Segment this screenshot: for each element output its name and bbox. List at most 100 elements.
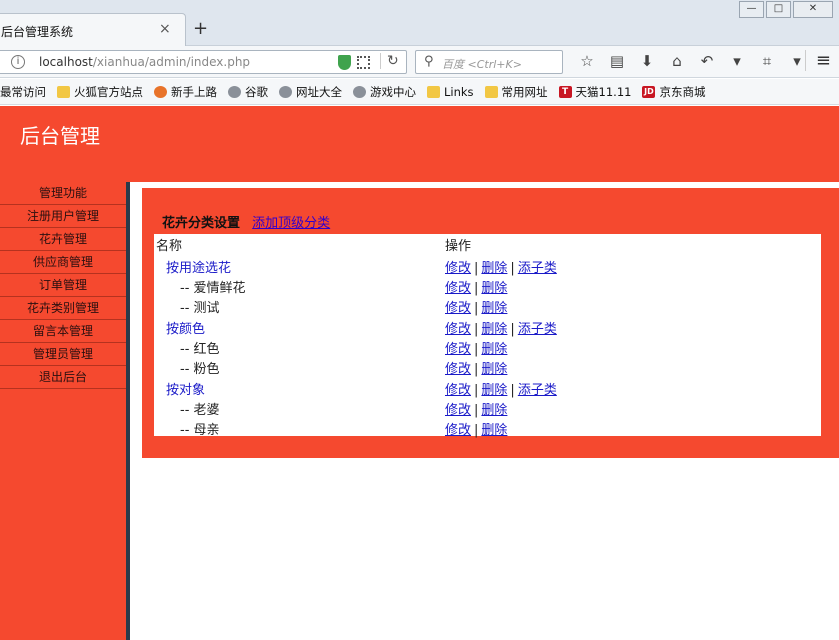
edit-link[interactable]: 修改 <box>445 322 471 337</box>
panel-heading: 花卉分类设置 添加顶级分类 <box>162 212 330 231</box>
globe-icon <box>353 85 366 98</box>
delete-link[interactable]: 删除 <box>481 342 507 357</box>
separator: | <box>474 383 479 398</box>
separator: | <box>510 383 515 398</box>
globe-icon <box>279 85 292 98</box>
folder-icon <box>427 85 440 98</box>
undo-icon[interactable]: ↶ <box>692 52 722 70</box>
minimize-button[interactable]: — <box>739 1 764 18</box>
delete-link[interactable]: 删除 <box>481 281 507 296</box>
home-icon[interactable]: ⌂ <box>662 52 692 70</box>
bookmark-item[interactable]: 谷歌 <box>228 84 268 100</box>
bookmarks-bar: 最常访问 火狐官方站点 新手上路 谷歌 网址大全 游戏中心 Links 常用网址 T 天猫11.1… <box>0 79 839 105</box>
bookmark-item[interactable]: 常用网址 <box>484 84 548 100</box>
category-name[interactable]: 按对象 <box>166 379 205 398</box>
sidebar-item[interactable]: 管理功能 <box>0 182 126 205</box>
browser-navbar: i localhost/xianhua/admin/index.php ↻ ⚲ … <box>0 46 839 78</box>
crop-icon[interactable]: ⌗ <box>752 52 782 70</box>
sidebar-item[interactable]: 退出后台 <box>0 366 126 389</box>
edit-link[interactable]: 修改 <box>445 342 471 357</box>
close-window-button[interactable]: ✕ <box>793 1 833 18</box>
delete-link[interactable]: 删除 <box>481 403 507 418</box>
bookmark-label: 游戏中心 <box>370 84 416 99</box>
delete-link[interactable]: 删除 <box>481 383 507 398</box>
table-row: -- 母亲 修改 | 删除 <box>154 418 821 438</box>
toolbar-icons: ☆ ▤ ⬇ ⌂ ↶ ▾ ⌗ ▾ <box>572 52 812 70</box>
table-row: -- 老婆 修改 | 删除 <box>154 398 821 418</box>
delete-link[interactable]: 删除 <box>481 423 507 438</box>
jd-icon: JD <box>642 85 656 98</box>
col-ops-header: 操作 <box>445 239 472 254</box>
table-row: -- 爱情鲜花 修改 | 删除 <box>154 276 821 296</box>
edit-link[interactable]: 修改 <box>445 383 471 398</box>
address-bar[interactable]: i localhost/xianhua/admin/index.php ↻ <box>0 50 407 74</box>
add-child-link[interactable]: 添子类 <box>518 383 557 398</box>
delete-link[interactable]: 删除 <box>481 362 507 377</box>
url-text: localhost/xianhua/admin/index.php <box>39 55 250 69</box>
sidebar-item[interactable]: 注册用户管理 <box>0 205 126 228</box>
sidebar-item[interactable]: 管理员管理 <box>0 343 126 366</box>
reading-list-icon[interactable]: ▤ <box>602 52 632 70</box>
qr-code-icon[interactable] <box>357 56 370 69</box>
sidebar-item[interactable]: 留言本管理 <box>0 320 126 343</box>
bookmark-item[interactable]: 火狐官方站点 <box>57 84 143 100</box>
add-top-category-link[interactable]: 添加顶级分类 <box>252 216 330 231</box>
sidebar-item[interactable]: 订单管理 <box>0 274 126 297</box>
separator: | <box>474 342 479 357</box>
bookmark-item[interactable]: 网址大全 <box>279 84 342 100</box>
shield-icon[interactable] <box>338 55 351 70</box>
category-name: -- 老婆 <box>180 403 220 418</box>
bookmark-label: 京东商城 <box>659 84 706 99</box>
table-row: -- 红色 修改 | 删除 <box>154 337 821 357</box>
delete-link[interactable]: 删除 <box>481 322 507 337</box>
new-tab-button[interactable]: + <box>193 18 208 39</box>
category-name[interactable]: 按用途选花 <box>166 257 231 276</box>
download-icon[interactable]: ⬇ <box>632 52 662 70</box>
sidebar-item[interactable]: 花卉管理 <box>0 228 126 251</box>
category-name: -- 母亲 <box>180 423 220 438</box>
edit-link[interactable]: 修改 <box>445 423 471 438</box>
info-icon[interactable]: i <box>11 55 25 69</box>
separator: | <box>474 281 479 296</box>
tmall-icon: T <box>558 85 572 98</box>
close-tab-icon[interactable]: × <box>159 21 171 37</box>
globe-icon <box>228 85 241 98</box>
browser-tabbar: 后台管理系统 × + — □ ✕ <box>0 0 839 47</box>
dropdown-icon[interactable]: ▾ <box>722 52 752 70</box>
bookmark-star-icon[interactable]: ☆ <box>572 52 602 70</box>
bookmark-item[interactable]: 最常访问 <box>0 84 46 100</box>
sidebar-item[interactable]: 供应商管理 <box>0 251 126 274</box>
bookmark-item[interactable]: 新手上路 <box>154 84 217 100</box>
bookmark-item[interactable]: 游戏中心 <box>353 84 416 100</box>
row-actions: 修改 | 删除 <box>445 399 507 418</box>
edit-link[interactable]: 修改 <box>445 403 471 418</box>
reload-icon[interactable]: ↻ <box>380 53 399 69</box>
edit-link[interactable]: 修改 <box>445 301 471 316</box>
edit-link[interactable]: 修改 <box>445 261 471 276</box>
row-actions: 修改 | 删除 <box>445 358 507 377</box>
bookmark-label: 常用网址 <box>501 84 548 99</box>
col-name-header: 名称 <box>156 239 183 254</box>
hamburger-menu-icon[interactable]: ≡ <box>804 50 831 71</box>
browser-tab[interactable]: 后台管理系统 × <box>0 13 186 47</box>
bookmark-item[interactable]: T 天猫11.11 <box>558 84 631 100</box>
row-actions: 修改 | 删除 <box>445 419 507 438</box>
delete-link[interactable]: 删除 <box>481 261 507 276</box>
category-name[interactable]: 按颜色 <box>166 318 205 337</box>
add-child-link[interactable]: 添子类 <box>518 261 557 276</box>
search-input[interactable]: ⚲ 百度 <Ctrl+K> <box>415 50 563 74</box>
bookmark-item[interactable]: Links <box>427 85 474 99</box>
edit-link[interactable]: 修改 <box>445 281 471 296</box>
add-child-link[interactable]: 添子类 <box>518 322 557 337</box>
edit-link[interactable]: 修改 <box>445 362 471 377</box>
maximize-button[interactable]: □ <box>766 1 791 18</box>
table-row: -- 粉色 修改 | 删除 <box>154 357 821 377</box>
delete-link[interactable]: 删除 <box>481 301 507 316</box>
panel-title: 花卉分类设置 <box>162 216 241 231</box>
sidebar-item[interactable]: 花卉类别管理 <box>0 297 126 320</box>
sidebar: 管理功能 注册用户管理 花卉管理 供应商管理 订单管理 花卉类别管理 留言本管理 管理员管理退… <box>0 182 126 640</box>
window-controls: — □ ✕ <box>739 1 833 18</box>
bookmark-item[interactable]: JD 京东商城 <box>642 84 705 100</box>
table-header-row: 名称 操作 <box>154 234 821 254</box>
category-name: -- 测试 <box>180 301 220 316</box>
